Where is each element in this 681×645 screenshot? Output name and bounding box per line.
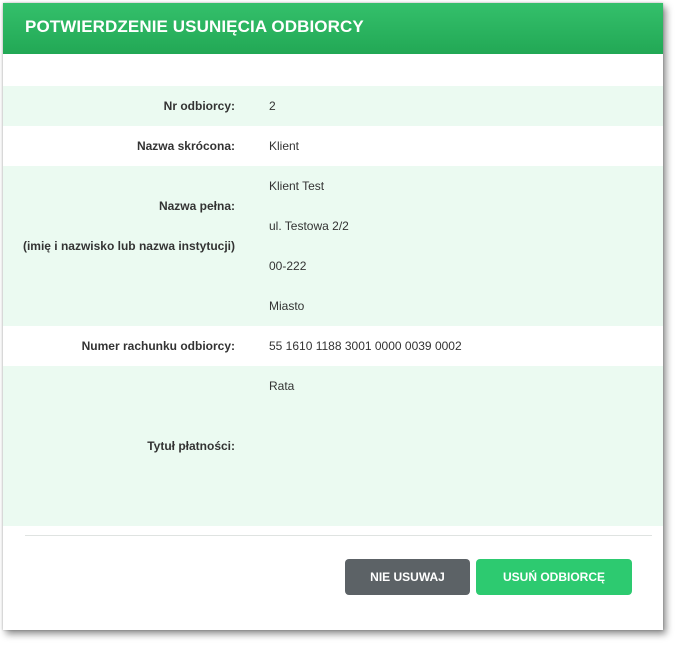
short-name-label: Nazwa skrócona: bbox=[136, 139, 235, 153]
payment-title-label: Tytuł płatności: bbox=[147, 439, 235, 453]
account-number-label: Numer rachunku odbiorcy: bbox=[81, 339, 235, 353]
dialog-title: POTWIERDZENIE USUNIĘCIA ODBIORCY bbox=[3, 3, 663, 54]
cancel-button[interactable]: NIE USUWAJ bbox=[345, 559, 470, 595]
account-number-value: 55 1610 1188 3001 0000 0039 0002 bbox=[269, 339, 462, 353]
divider bbox=[25, 535, 652, 536]
full-name-label: Nazwa pełna: bbox=[158, 199, 235, 213]
row-short-name: Nazwa skrócona: Klient bbox=[3, 126, 663, 166]
postal-code-line: 00-222 bbox=[269, 259, 307, 273]
row-payment-title: Tytuł płatności: Rata bbox=[3, 366, 663, 526]
row-account-number: Numer rachunku odbiorcy: 55 1610 1188 30… bbox=[3, 326, 663, 366]
recipient-details: Nr odbiorcy: 2 Nazwa skrócona: Klient Na… bbox=[3, 86, 663, 526]
short-name-value: Klient bbox=[269, 139, 300, 153]
city-line: Miasto bbox=[269, 299, 305, 313]
address-line: ul. Testowa 2/2 bbox=[269, 219, 349, 233]
row-full-name: Nazwa pełna: (imię i nazwisko lub nazwa … bbox=[3, 166, 663, 326]
delete-recipient-dialog: POTWIERDZENIE USUNIĘCIA ODBIORCY Nr odbi… bbox=[3, 3, 663, 630]
full-name-sublabel: (imię i nazwisko lub nazwa instytucji) bbox=[22, 239, 235, 253]
recipient-number-value: 2 bbox=[269, 99, 276, 113]
full-name-line: Klient Test bbox=[269, 179, 325, 193]
recipient-number-label: Nr odbiorcy: bbox=[163, 99, 235, 113]
payment-title-value: Rata bbox=[269, 379, 295, 393]
delete-recipient-button[interactable]: USUŃ ODBIORCĘ bbox=[476, 559, 632, 595]
row-recipient-number: Nr odbiorcy: 2 bbox=[3, 86, 663, 126]
